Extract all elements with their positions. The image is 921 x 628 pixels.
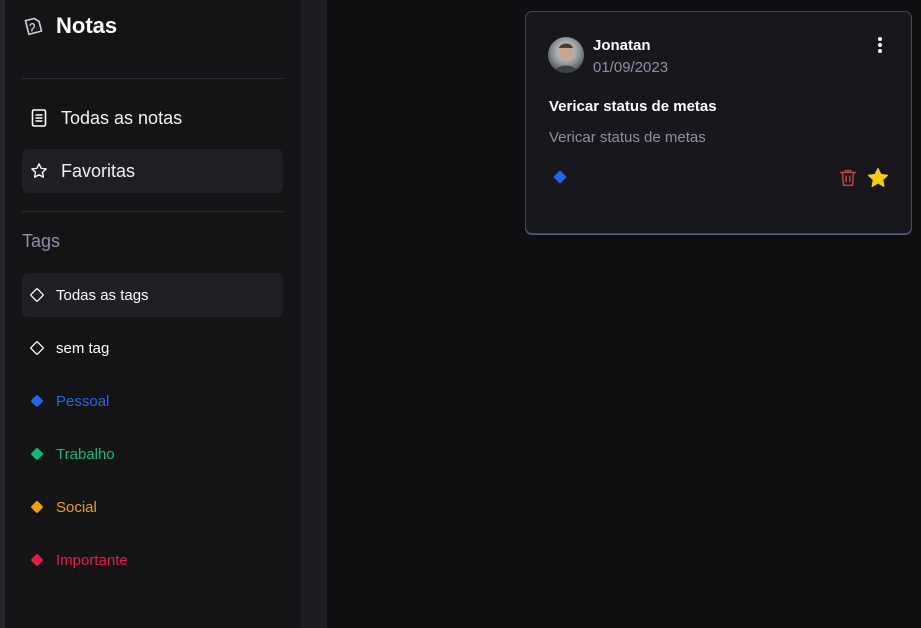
trash-icon[interactable] [837, 167, 859, 189]
tag-item[interactable]: Pessoal [22, 379, 283, 423]
note-card[interactable]: Jonatan 01/09/2023 Vericar status de met… [525, 11, 912, 234]
tag-diamond-icon [552, 169, 568, 185]
tag-item[interactable]: Importante [22, 538, 283, 582]
tag-diamond-icon [29, 446, 45, 462]
sidebar-gutter [301, 0, 327, 628]
notes-logo-icon [22, 15, 44, 37]
nav-item-label: Todas as notas [61, 107, 183, 128]
note-author: Jonatan [593, 37, 651, 54]
divider [22, 78, 283, 79]
tag-diamond-icon [29, 499, 45, 515]
note-body: Vericar status de metas [549, 129, 706, 146]
tag-label: Todas as tags [56, 286, 149, 304]
avatar [548, 37, 584, 73]
note-date: 01/09/2023 [593, 59, 669, 76]
more-vertical-icon[interactable] [872, 34, 888, 56]
divider [22, 211, 283, 212]
tag-diamond-icon [29, 340, 45, 356]
tag-item[interactable]: Trabalho [22, 432, 283, 476]
brand: Notas [22, 13, 117, 39]
nav-item-label: Favoritas [61, 160, 136, 181]
sidebar: Notas Todas as notas Favoritas Tags Toda… [5, 0, 301, 628]
nav-item-favoritas[interactable]: Favoritas [22, 149, 283, 193]
tag-label: sem tag [56, 339, 110, 357]
nav-item-todas-as-notas[interactable]: Todas as notas [22, 96, 283, 140]
star-outline-icon [30, 162, 48, 180]
app-title: Notas [56, 13, 118, 38]
tag-diamond-icon [29, 287, 45, 303]
note-title: Vericar status de metas [549, 98, 717, 115]
tag-diamond-icon [29, 552, 45, 568]
tag-item[interactable]: Todas as tags [22, 273, 283, 317]
notes-area: Jonatan 01/09/2023 Vericar status de met… [327, 0, 921, 628]
tag-label: Importante [56, 551, 128, 569]
tag-label: Pessoal [56, 392, 110, 410]
tag-item[interactable]: sem tag [22, 326, 283, 370]
tag-label: Trabalho [56, 445, 115, 463]
document-icon [30, 109, 48, 127]
tag-diamond-icon [29, 393, 45, 409]
tag-label: Social [56, 498, 97, 516]
star-filled-icon[interactable] [866, 166, 890, 190]
tags-heading: Tags [22, 231, 61, 251]
tag-item[interactable]: Social [22, 485, 283, 529]
